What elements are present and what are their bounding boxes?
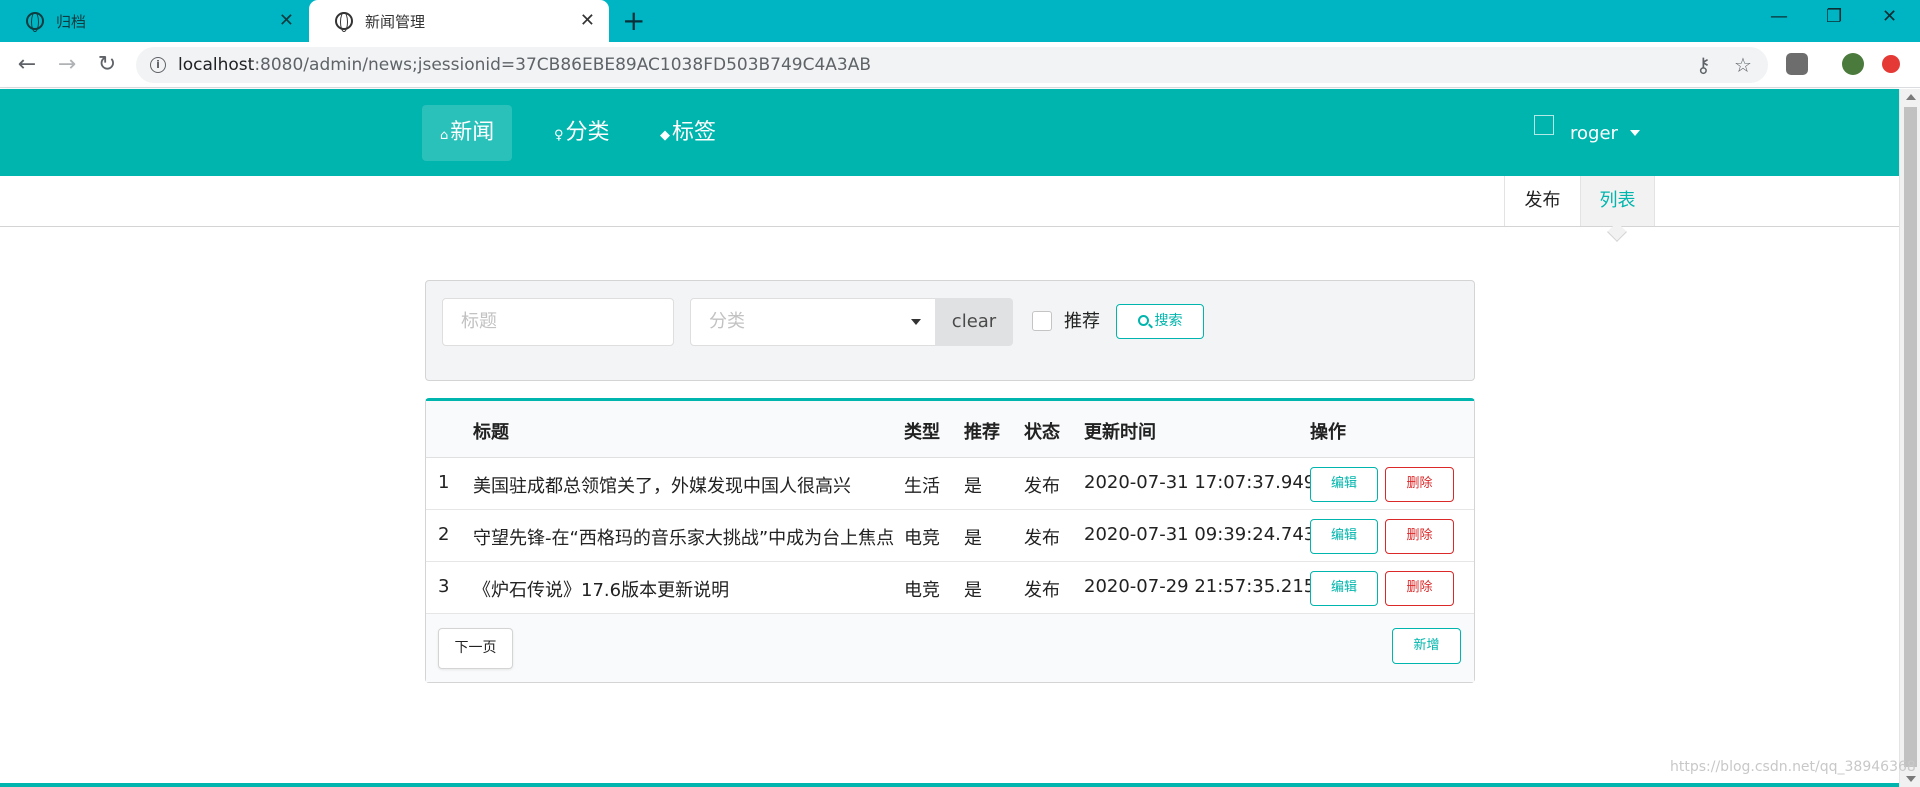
footer-bar (0, 783, 1899, 787)
avatar (1534, 115, 1554, 135)
edit-button[interactable]: 编辑 (1310, 467, 1378, 502)
browser-toolbar: ← → ↻ i localhost:8080/admin/news;jsessi… (0, 42, 1920, 88)
row-recommend: 是 (964, 580, 982, 601)
tag-icon: ◆ (660, 128, 670, 143)
row-index: 2 (438, 524, 450, 545)
delete-button[interactable]: 删除 (1385, 571, 1454, 606)
browser-tab-news-admin[interactable]: 新闻管理 ✕ (309, 0, 609, 42)
tab-publish[interactable]: 发布 (1504, 176, 1580, 226)
tab-title: 归档 (56, 12, 87, 31)
category-select[interactable]: 分类 (690, 298, 936, 346)
row-status: 发布 (1024, 580, 1060, 601)
row-recommend: 是 (964, 528, 982, 549)
tab-list[interactable]: 列表 (1580, 176, 1655, 226)
globe-icon (26, 12, 44, 32)
chevron-down-icon (911, 319, 921, 325)
close-tab-icon[interactable]: ✕ (580, 11, 595, 31)
menu-item-tags[interactable]: ◆标签 (642, 105, 734, 161)
update-icon[interactable] (1882, 55, 1900, 73)
idea-icon: ♀ (554, 128, 564, 143)
new-tab-button[interactable]: + (622, 6, 645, 36)
user-dropdown[interactable]: roger (1534, 115, 1640, 149)
main-menu: ⌂新闻 ♀分类 ◆标签 roger (0, 89, 1899, 176)
restore-icon[interactable]: ❐ (1826, 6, 1842, 27)
scroll-down-icon[interactable] (1906, 776, 1916, 782)
scrollbar[interactable] (1899, 89, 1920, 787)
back-icon[interactable]: ← (12, 50, 42, 80)
tab-title: 新闻管理 (365, 12, 426, 31)
table-footer (426, 614, 1474, 682)
column-header-updated: 更新时间 (1084, 422, 1156, 443)
close-tab-icon[interactable]: ✕ (279, 11, 294, 31)
row-updated: 2020-07-31 09:39:24.743 (1084, 524, 1316, 545)
row-index: 3 (438, 576, 450, 597)
add-button[interactable]: 新增 (1392, 628, 1461, 664)
delete-button[interactable]: 删除 (1385, 467, 1454, 502)
url-text[interactable]: localhost:8080/admin/news;jsessionid=37C… (178, 55, 871, 75)
row-updated: 2020-07-31 17:07:37.949 (1084, 472, 1316, 493)
user-name: roger (1570, 122, 1618, 144)
browser-tab-strip: 归档 ✕ 新闻管理 ✕ + — ❐ ✕ (0, 0, 1920, 42)
menu-item-category[interactable]: ♀分类 (536, 105, 628, 161)
search-button[interactable]: 搜索 (1116, 304, 1204, 339)
home-icon: ⌂ (440, 128, 449, 143)
row-index: 1 (438, 472, 450, 493)
column-header-actions: 操作 (1310, 422, 1346, 443)
row-status: 发布 (1024, 528, 1060, 549)
minimize-icon[interactable]: — (1770, 6, 1788, 27)
row-title: 美国驻成都总领馆关了，外媒发现中国人很高兴 (473, 476, 851, 497)
row-updated: 2020-07-29 21:57:35.215 (1084, 576, 1316, 597)
edit-button[interactable]: 编辑 (1310, 519, 1378, 554)
column-header-recommend: 推荐 (964, 422, 1000, 443)
row-type: 电竞 (904, 580, 940, 601)
recommend-label: 推荐 (1064, 311, 1100, 332)
column-header-status: 状态 (1024, 422, 1060, 443)
clear-button[interactable]: clear (935, 298, 1013, 346)
row-recommend: 是 (964, 476, 982, 497)
row-title: 《炉石传说》17.6版本更新说明 (473, 580, 730, 601)
next-page-button[interactable]: 下一页 (438, 628, 513, 669)
row-type: 生活 (904, 476, 940, 497)
globe-icon (335, 12, 353, 32)
scroll-up-icon[interactable] (1906, 94, 1916, 100)
info-icon[interactable]: i (150, 57, 166, 73)
scrollbar-thumb[interactable] (1904, 107, 1917, 767)
menu-item-news[interactable]: ⌂新闻 (422, 105, 513, 161)
star-icon[interactable]: ☆ (1734, 53, 1752, 77)
delete-button[interactable]: 删除 (1385, 519, 1454, 554)
recommend-checkbox[interactable] (1032, 311, 1052, 331)
column-header-title: 标题 (473, 422, 509, 443)
browser-tab-archive[interactable]: 归档 ✕ (0, 0, 308, 42)
forward-icon[interactable]: → (52, 50, 82, 80)
reload-icon[interactable]: ↻ (92, 50, 122, 80)
title-search-input[interactable]: 标题 (442, 298, 674, 346)
watermark: https://blog.csdn.net/qq_38946368 (1670, 759, 1916, 775)
secondary-menu: 发布 列表 (0, 176, 1899, 242)
column-header-type: 类型 (904, 422, 940, 443)
close-window-icon[interactable]: ✕ (1882, 6, 1897, 27)
category-placeholder: 分类 (709, 311, 745, 332)
address-bar[interactable]: i localhost:8080/admin/news;jsessionid=3… (136, 47, 1768, 83)
edit-button[interactable]: 编辑 (1310, 571, 1378, 606)
profile-icon[interactable] (1842, 53, 1864, 75)
search-icon (1137, 315, 1149, 326)
row-type: 电竞 (904, 528, 940, 549)
extension-icon[interactable] (1786, 53, 1808, 75)
key-icon[interactable]: ⚷ (1696, 53, 1711, 77)
row-title: 守望先锋-在“西格玛的音乐家大挑战”中成为台上焦点 (473, 528, 895, 549)
chevron-down-icon (1629, 130, 1640, 136)
row-status: 发布 (1024, 476, 1060, 497)
